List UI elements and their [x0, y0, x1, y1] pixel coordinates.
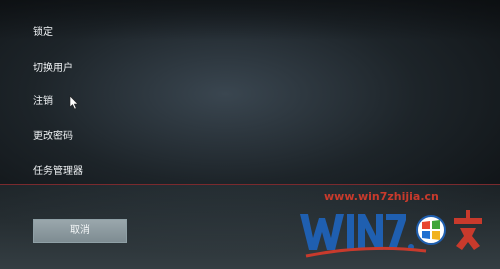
watermark-url: www.win7zhijia.cn: [324, 190, 439, 203]
menu-item-change-password[interactable]: 更改密码: [33, 131, 73, 143]
cancel-button[interactable]: 取消: [33, 219, 127, 243]
menu-item-sign-out[interactable]: 注销: [33, 96, 53, 108]
divider-line: [0, 184, 500, 185]
top-shade: [0, 0, 500, 40]
mouse-pointer-icon: [69, 95, 79, 110]
menu-item-task-manager[interactable]: 任务管理器: [33, 166, 83, 178]
site-watermark: www.win7zhijia.cn: [296, 190, 496, 262]
win7-home-logo: [300, 210, 482, 258]
menu-item-switch-user[interactable]: 切换用户: [33, 63, 73, 75]
menu-item-lock[interactable]: 锁定: [33, 27, 53, 39]
